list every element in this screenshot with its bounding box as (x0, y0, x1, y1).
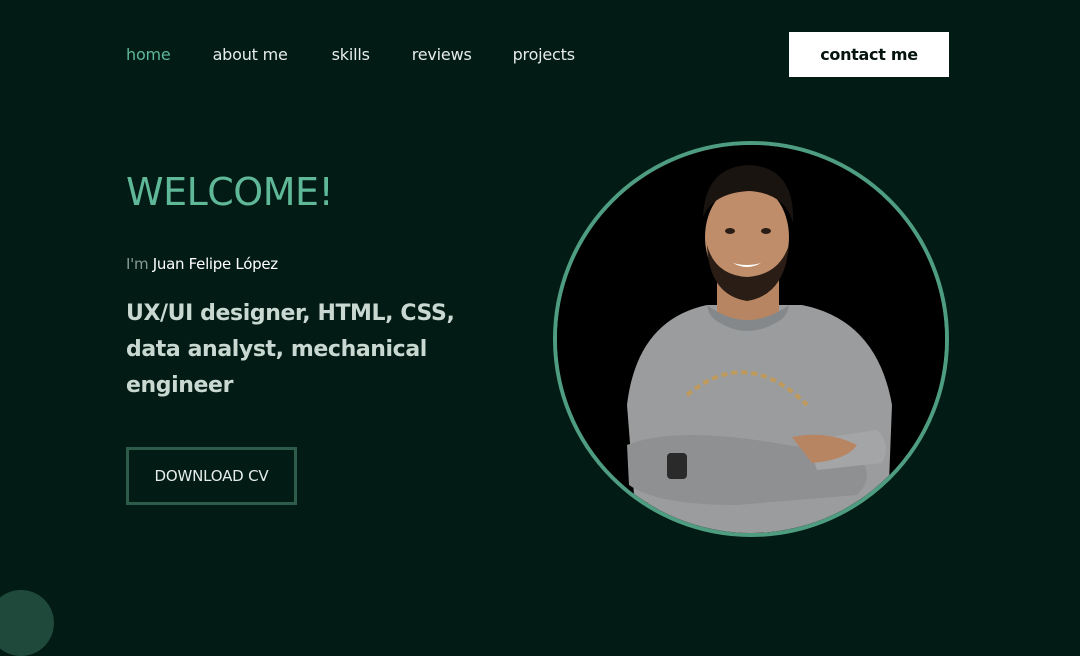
nav-projects-link[interactable]: projects (513, 45, 575, 64)
download-cv-button[interactable]: DOWNLOAD CV (126, 447, 297, 505)
intro-prefix: I'm (126, 255, 149, 273)
portrait-illustration (557, 145, 945, 533)
profile-photo (553, 141, 949, 537)
person-name: Juan Felipe López (152, 255, 278, 273)
nav-about-link[interactable]: about me (213, 45, 288, 64)
nav-home-link[interactable]: home (126, 45, 171, 64)
intro-line: I'm Juan Felipe López (126, 255, 278, 273)
main-nav: home about me skills reviews projects (126, 42, 575, 66)
nav-skills-link[interactable]: skills (332, 45, 370, 64)
nav-reviews-link[interactable]: reviews (412, 45, 472, 64)
scroll-top-button[interactable] (0, 590, 54, 656)
roles-text: UX/UI designer, HTML, CSS, data analyst,… (126, 301, 455, 398)
welcome-heading: WELCOME! (126, 170, 334, 214)
contact-button[interactable]: contact me (789, 32, 949, 77)
